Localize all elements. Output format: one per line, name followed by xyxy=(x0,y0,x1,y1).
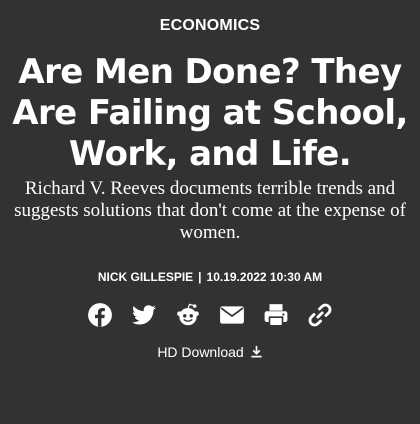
author-link[interactable]: NICK GILLESPIE xyxy=(98,270,193,284)
category-link[interactable]: ECONOMICS xyxy=(0,17,420,35)
twitter-icon xyxy=(132,305,156,325)
print-button[interactable] xyxy=(261,300,291,330)
share-bar xyxy=(0,300,420,330)
link-icon xyxy=(308,303,332,327)
reddit-icon xyxy=(177,303,199,326)
article-header: ECONOMICS Are Men Done? They Are Failing… xyxy=(0,0,420,424)
share-facebook-button[interactable] xyxy=(85,300,115,330)
hd-download-button[interactable]: HD Download xyxy=(0,344,420,360)
hd-download-label: HD Download xyxy=(157,344,244,360)
share-email-button[interactable] xyxy=(217,300,247,330)
share-twitter-button[interactable] xyxy=(129,300,159,330)
email-icon xyxy=(220,306,244,324)
byline-separator: | xyxy=(198,270,202,284)
article-dek: Richard V. Reeves documents terrible tre… xyxy=(14,178,406,243)
article-headline: Are Men Done? They Are Failing at School… xyxy=(12,52,408,174)
copy-link-button[interactable] xyxy=(305,300,335,330)
print-icon xyxy=(264,304,288,327)
byline: NICK GILLESPIE | 10.19.2022 10:30 AM xyxy=(0,270,420,284)
share-reddit-button[interactable] xyxy=(173,300,203,330)
publish-datetime: 10.19.2022 10:30 AM xyxy=(206,270,323,284)
download-icon xyxy=(251,345,262,358)
facebook-icon xyxy=(88,303,112,327)
